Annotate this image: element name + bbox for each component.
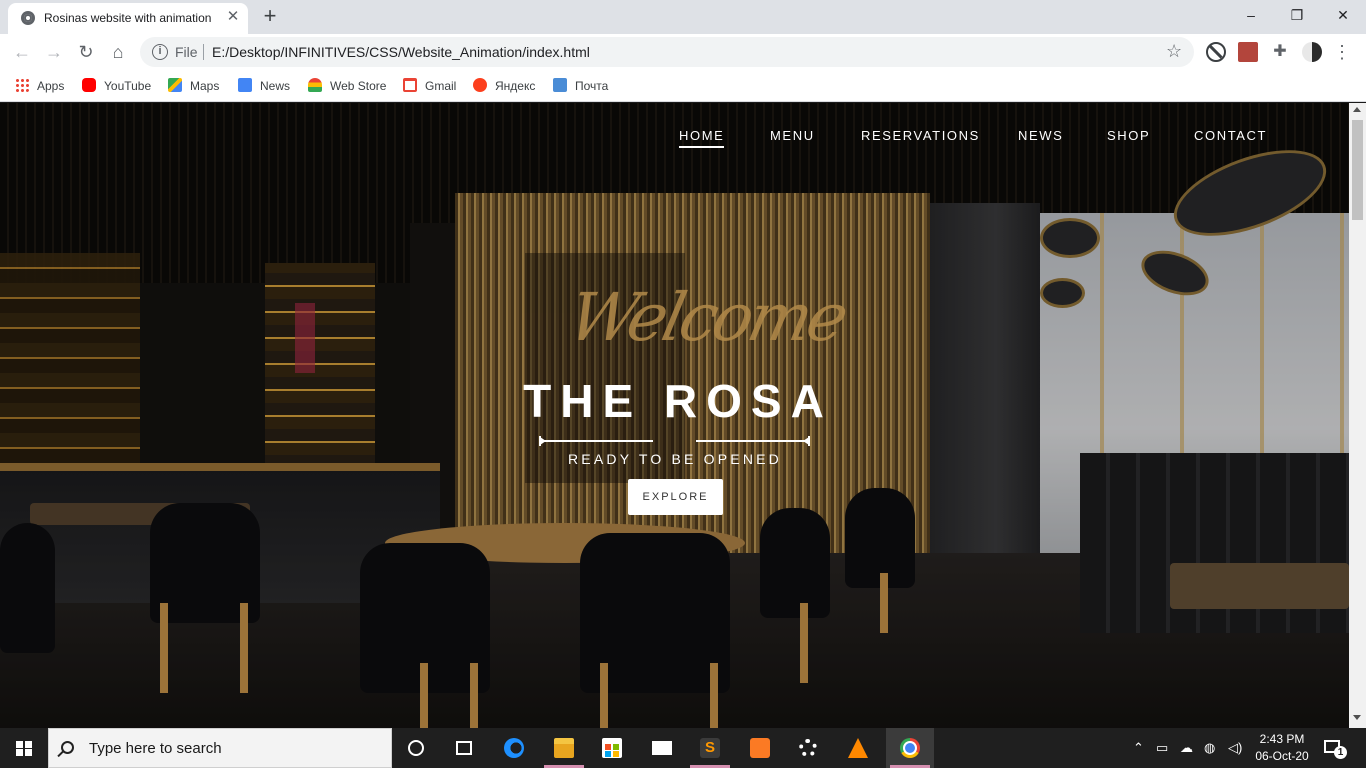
search-icon [61,741,74,754]
home-icon[interactable]: ⌂ [106,40,130,64]
close-window-button[interactable]: ✕ [1320,0,1366,30]
nav-home[interactable]: HOME [679,128,725,148]
windows-logo-icon [16,741,32,756]
bookmark-gmail[interactable]: Gmail [403,76,456,96]
browser-tab[interactable]: Rosinas website with animation ✕ [8,3,248,34]
bookmark-apps[interactable]: Apps [15,76,64,96]
search-placeholder: Type here to search [89,740,222,757]
new-tab-button[interactable]: + [258,5,282,29]
volume-icon[interactable]: ◁) [1228,740,1242,756]
file-explorer-icon[interactable] [540,728,588,768]
right-arrow-divider [696,436,810,446]
address-bar[interactable]: i File E:/Desktop/INFINITIVES/CSS/Websit… [140,37,1194,67]
extensions-puzzle-icon[interactable]: ✚ [1270,42,1290,62]
tab-title: Rosinas website with animation [44,11,212,25]
maps-icon [168,78,182,92]
chevron-up-icon[interactable]: ⌃ [1133,740,1144,756]
url-scheme-label: File [175,44,198,60]
address-separator [203,44,204,60]
bookmark-youtube[interactable]: YouTube [82,76,151,96]
reload-icon[interactable]: ↻ [74,40,98,64]
hero-welcome-script: Welcome [561,279,852,356]
settings-gear-icon[interactable] [784,728,832,768]
cloud-icon[interactable]: ☁ [1180,740,1193,756]
windows-taskbar: Type here to search ⌃ ▭ ☁ ◍ ◁) 2:43 PM 0… [0,728,1366,768]
youtube-icon [82,78,96,92]
page-viewport: HOME MENU RESERVATIONS NEWS SHOP CONTACT… [0,103,1349,728]
nav-shop[interactable]: SHOP [1107,128,1150,143]
bookmark-web-store[interactable]: Web Store [308,76,386,96]
info-icon[interactable]: i [152,44,168,60]
chrome-icon[interactable] [886,728,934,768]
battery-icon[interactable]: ▭ [1156,740,1168,756]
edge-icon[interactable] [490,728,538,768]
scroll-up-arrow-icon[interactable] [1353,107,1361,112]
pdf-extension-icon[interactable] [1238,42,1258,62]
mail-app-icon[interactable] [638,728,686,768]
mail-icon [553,78,567,92]
clock-time[interactable]: 2:43 PM [1254,732,1310,746]
xampp-icon[interactable] [736,728,784,768]
cortana-icon[interactable] [392,728,440,768]
bookmark-yandex[interactable]: Яндекс [473,76,535,96]
hero-title: THE ROSA [523,375,833,427]
back-arrow-icon[interactable]: ← [10,40,34,64]
scrollbar-thumb[interactable] [1352,120,1363,220]
profile-avatar[interactable] [1302,42,1322,62]
nav-reservations[interactable]: RESERVATIONS [861,128,980,143]
hero-subtitle: READY TO BE OPENED [568,451,782,467]
bookmark-star-icon[interactable]: ☆ [1166,41,1182,62]
explore-button[interactable]: EXPLORE [628,479,723,515]
clock-date[interactable]: 06-Oct-20 [1250,749,1314,763]
gmail-icon [403,78,417,92]
close-tab-icon[interactable]: ✕ [224,8,242,26]
site-navigation: HOME MENU RESERVATIONS NEWS SHOP CONTACT [0,103,1349,163]
page-scrollbar[interactable] [1349,103,1366,728]
block-extension-icon[interactable] [1206,42,1226,62]
bookmarks-bar: Apps YouTube Maps News Web Store Gmail Я… [0,70,1366,102]
nav-contact[interactable]: CONTACT [1194,128,1267,143]
scroll-down-arrow-icon[interactable] [1353,715,1361,720]
nav-news[interactable]: NEWS [1018,128,1063,143]
vlc-icon[interactable] [834,728,882,768]
nav-menu[interactable]: MENU [770,128,815,143]
news-icon [238,78,252,92]
web-store-icon [308,78,322,92]
notification-count: 1 [1334,746,1347,759]
browser-toolbar: ← → ↻ ⌂ i File E:/Desktop/INFINITIVES/CS… [0,34,1366,70]
yandex-icon [473,78,487,92]
network-globe-icon[interactable]: ◍ [1204,740,1215,756]
task-view-icon[interactable] [440,728,488,768]
apps-grid-icon [15,78,29,92]
bookmark-pochta[interactable]: Почта [553,76,608,96]
notifications-button[interactable]: 1 [1322,738,1347,759]
store-icon[interactable] [588,728,636,768]
taskbar-search-box[interactable]: Type here to search [48,728,392,768]
sublime-text-icon[interactable] [686,728,734,768]
bookmark-news[interactable]: News [238,76,290,96]
left-arrow-divider [539,436,653,446]
start-button[interactable] [0,728,48,768]
restore-button[interactable]: ❐ [1274,0,1320,30]
forward-arrow-icon[interactable]: → [42,40,66,64]
url-text[interactable]: E:/Desktop/INFINITIVES/CSS/Website_Anima… [212,44,590,60]
bookmark-maps[interactable]: Maps [168,76,219,96]
browser-tab-strip: Rosinas website with animation ✕ + – ❐ ✕ [0,0,1366,34]
minimize-button[interactable]: – [1228,0,1274,30]
kebab-menu-icon[interactable]: ⋮ [1332,42,1352,62]
globe-icon [21,11,35,25]
